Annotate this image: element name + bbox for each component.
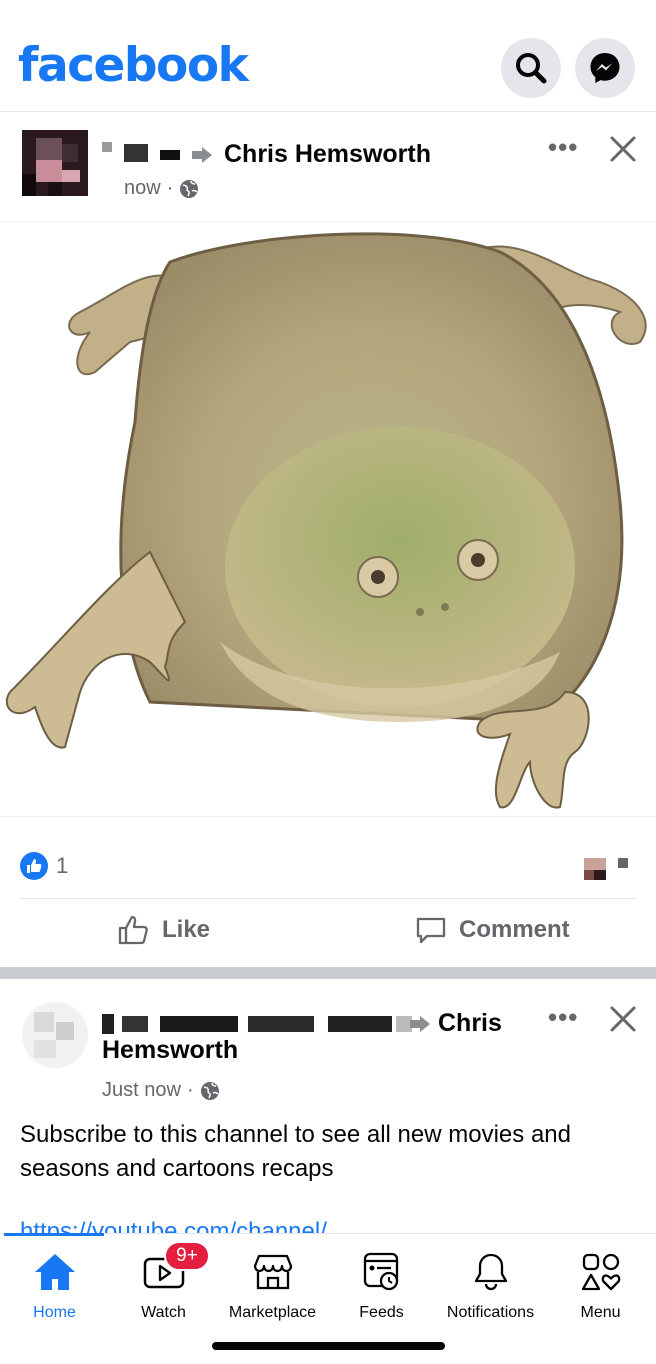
redacted-name [124, 144, 148, 162]
tab-marketplace-label: Marketplace [228, 1304, 317, 1321]
like-label: Like [162, 916, 211, 943]
facebook-logo[interactable]: facebook [18, 38, 249, 93]
tab-notifications[interactable]: Notifications [436, 1234, 545, 1334]
bell-icon [474, 1253, 507, 1291]
post2-time: Just now [102, 1079, 181, 1101]
post-meta: now · [124, 177, 199, 200]
post2-meta: Just now · [102, 1079, 220, 1102]
home-icon [34, 1254, 75, 1290]
watch-badge: 9+ [164, 1241, 210, 1271]
post2-text: Subscribe to this channel to see all new… [20, 1121, 571, 1182]
redacted-count [618, 858, 628, 868]
active-tab-indicator [4, 1233, 104, 1236]
arrow-right-icon [192, 147, 212, 163]
redacted-name [328, 1016, 392, 1032]
redacted-name [248, 1016, 314, 1032]
tab-watch-label: Watch [141, 1304, 186, 1321]
home-indicator [212, 1342, 445, 1350]
menu-icon [581, 1253, 620, 1291]
redacted-name [160, 150, 180, 160]
tab-feeds-label: Feeds [359, 1304, 404, 1321]
divider [20, 898, 636, 899]
search-button[interactable] [501, 38, 561, 98]
post-author-avatar[interactable] [22, 130, 88, 196]
marketplace-icon [253, 1254, 292, 1290]
globe-icon [200, 1081, 219, 1100]
close-icon[interactable] [608, 134, 638, 164]
tab-feeds[interactable]: Feeds [327, 1234, 436, 1334]
comment-icon [416, 917, 446, 944]
post-time: now [124, 177, 161, 199]
post-options-button[interactable]: ••• [548, 132, 578, 163]
reaction-summary[interactable]: 1 [20, 852, 68, 880]
redacted-name [160, 1016, 238, 1032]
tab-menu[interactable]: Menu [546, 1234, 655, 1334]
redacted-name [122, 1016, 148, 1032]
search-icon [516, 53, 547, 84]
thumbs-up-icon [118, 915, 148, 945]
arrow-right-icon [410, 1016, 430, 1032]
post2-link[interactable]: https://youtube.com/channel/ [20, 1218, 327, 1233]
messenger-button[interactable] [575, 38, 635, 98]
post-photo[interactable] [0, 221, 656, 817]
tab-menu-label: Menu [580, 1304, 621, 1321]
shared-to-name[interactable]: Chris Hemsworth [224, 140, 431, 169]
comment-label: Comment [459, 916, 570, 943]
tab-home[interactable]: Home [0, 1234, 109, 1334]
like-button[interactable]: Like [118, 915, 210, 945]
shared-to-name[interactable]: Chris [438, 1009, 502, 1038]
comment-button[interactable]: Comment [415, 915, 570, 945]
feeds-icon [363, 1252, 398, 1291]
reaction-count: 1 [56, 853, 69, 878]
close-icon[interactable] [608, 1004, 638, 1034]
frog-image [5, 232, 647, 809]
post2-author-avatar[interactable] [22, 1002, 88, 1068]
redacted-name [102, 142, 112, 152]
post2-options-button[interactable]: ••• [548, 1002, 578, 1033]
tab-home-label: Home [33, 1304, 76, 1321]
reactor-avatar [584, 858, 606, 880]
redacted-name [102, 1014, 114, 1034]
like-reaction-icon [20, 852, 48, 880]
shared-to-name-line2[interactable]: Hemsworth [102, 1040, 238, 1066]
messenger-icon [590, 53, 620, 83]
feed-separator [0, 967, 656, 979]
top-bar: facebook [0, 0, 656, 112]
tab-notifications-label: Notifications [446, 1304, 535, 1321]
tab-marketplace[interactable]: Marketplace [218, 1234, 327, 1334]
globe-icon [180, 179, 199, 198]
